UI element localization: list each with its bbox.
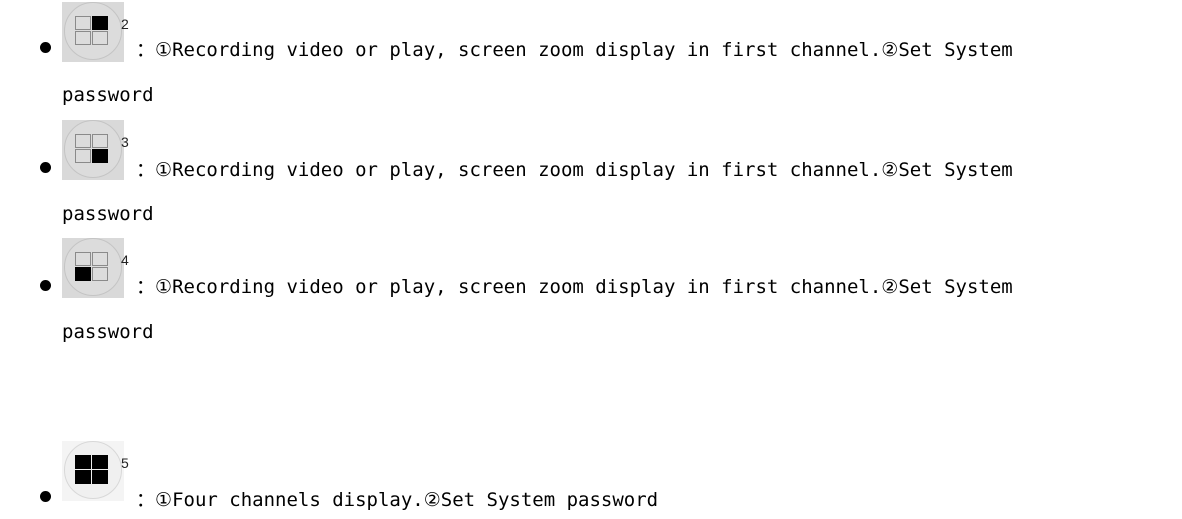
list-item: 3 ：①Recording video or play, screen zoom… [0,118,1182,248]
layout-channel-4-icon: 4 [62,236,134,300]
layout-channel-3-icon: 3 [62,118,134,182]
bullet-icon [40,491,51,502]
bullet-icon [40,42,51,53]
item-description: ：①Four channels display.②Set System pass… [136,489,659,511]
icon-number: 5 [121,455,129,471]
item-description: ：①Recording video or play, screen zoom d… [136,159,1013,181]
item-description-continuation: password [62,84,154,106]
icon-number: 2 [121,16,129,32]
list-item: 2 ：①Recording video or play, screen zoom… [0,0,1182,130]
icon-number: 3 [121,134,129,150]
layout-channel-2-icon: 2 [62,0,134,64]
item-description-continuation: password [62,203,154,225]
bullet-icon [40,162,51,173]
layout-four-channels-icon: 5 [62,439,134,503]
list-item: 4 ：①Recording video or play, screen zoom… [0,238,1182,368]
item-description-continuation: password [62,321,154,343]
icon-number: 4 [121,252,129,268]
list-item: 5 ：①Four channels display.②Set System pa… [0,436,1182,519]
bullet-icon [40,280,51,291]
item-description: ：①Recording video or play, screen zoom d… [136,276,1013,298]
item-description: ：①Recording video or play, screen zoom d… [136,39,1013,61]
